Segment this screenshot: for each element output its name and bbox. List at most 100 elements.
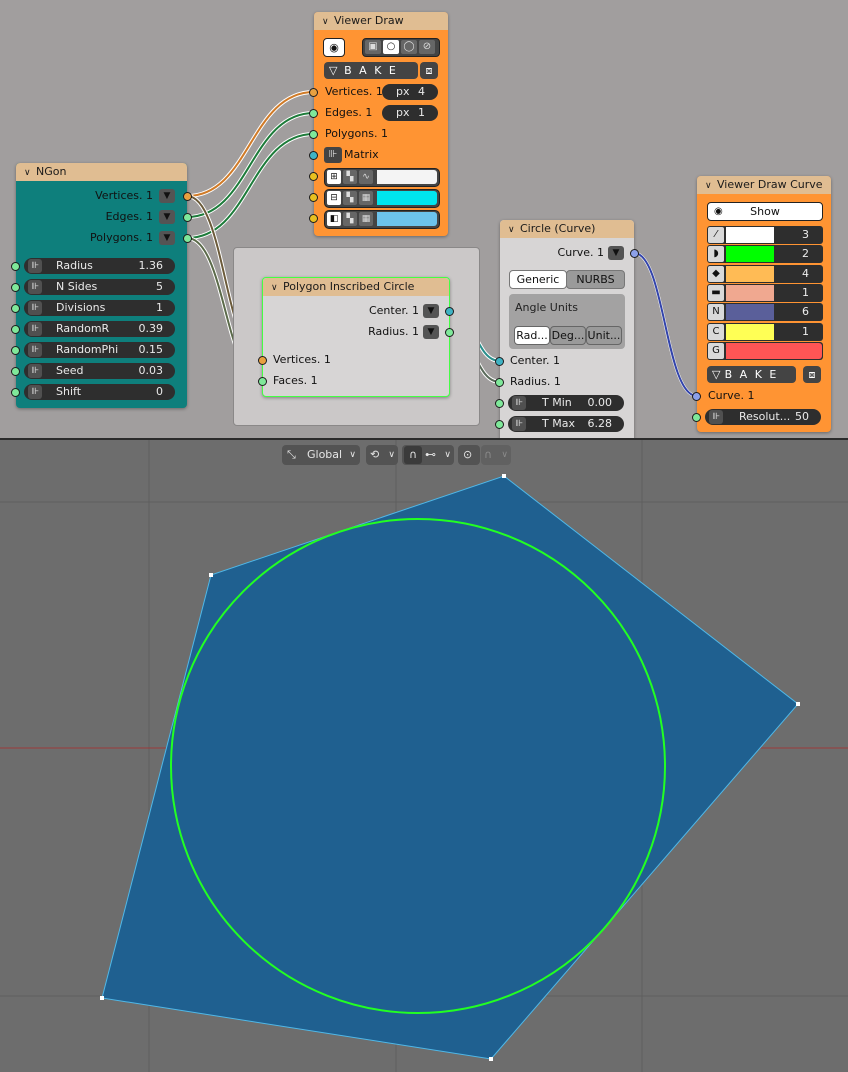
resolution-field[interactable]: ⊪ Resolut... 50 xyxy=(705,409,821,425)
display-mode-toggle[interactable]: ▣ ○ ◯ ⊘ xyxy=(362,38,440,57)
curve-style-row[interactable]: G xyxy=(707,341,823,360)
input-socket[interactable] xyxy=(11,304,20,313)
dropdown-icon[interactable]: ▼ xyxy=(608,246,624,260)
input-socket[interactable] xyxy=(11,346,20,355)
dropdown-icon[interactable]: ▼ xyxy=(423,304,439,318)
orientation-dropdown[interactable]: ⤡ Global ∨ xyxy=(282,445,360,465)
style-value[interactable]: 4 xyxy=(802,265,809,283)
style-color-swatch[interactable] xyxy=(726,323,774,340)
link-icon[interactable]: ⊘ xyxy=(419,40,435,54)
style-icon[interactable]: ▬ xyxy=(708,284,724,301)
curve-style-row[interactable]: ⁄ 3 xyxy=(707,226,823,244)
style-color-swatch[interactable] xyxy=(726,227,774,243)
edge-width-field[interactable]: px 1 xyxy=(382,105,438,121)
output-socket[interactable] xyxy=(183,213,192,222)
output-socket[interactable] xyxy=(183,234,192,243)
circle-curve-node[interactable]: ∨ Circle (Curve) Curve. 1 ▼ Generic NURBS… xyxy=(495,220,639,438)
input-socket[interactable] xyxy=(692,392,701,401)
input-socket[interactable] xyxy=(309,109,318,118)
input-socket[interactable] xyxy=(11,283,20,292)
dropdown-icon[interactable]: ▼ xyxy=(159,189,175,203)
color-mode-icon[interactable]: ▚ xyxy=(343,170,357,184)
ngon-node[interactable]: ∨ NGon Vertices. 1 ▼ Edges. 1 ▼ Polygons.… xyxy=(11,163,192,408)
snap-group[interactable]: ∩ ⊷ ∨ xyxy=(402,445,454,465)
curve-style-row[interactable]: N6 xyxy=(707,303,823,322)
vertex-color-row[interactable]: ⊞ ▚ ∿ xyxy=(324,168,440,187)
pivot-dropdown[interactable]: ⟲ ∨ xyxy=(366,445,398,465)
cube-icon[interactable]: ▣ xyxy=(365,40,381,54)
input-socket[interactable] xyxy=(495,357,504,366)
viewer-draw-header[interactable]: ∨ Viewer Draw xyxy=(314,12,448,30)
viewer-draw-node[interactable]: ∨ Viewer Draw ◉ ▣ ○ ◯ ⊘ ▽ B A K E ⧈ Vertic… xyxy=(309,12,448,236)
nsides-field[interactable]: ⊪ N Sides 5 xyxy=(24,279,175,295)
polygon-inscribed-circle-node[interactable]: ∨ Polygon Inscribed Circle Center. 1 ▼ Ra… xyxy=(258,277,454,397)
style-value[interactable]: 6 xyxy=(802,303,809,321)
style-color-swatch[interactable] xyxy=(726,342,822,359)
socket-plug-icon[interactable]: ⊪ xyxy=(512,417,526,431)
input-socket[interactable] xyxy=(495,420,504,429)
show-toggle[interactable]: ◉ Show xyxy=(707,202,823,221)
magnet-icon[interactable]: ∩ xyxy=(404,446,422,464)
collapse-chevron-icon[interactable]: ∨ xyxy=(24,164,36,182)
edge-icon[interactable]: ⊟ xyxy=(327,191,341,205)
style-color-swatch[interactable] xyxy=(726,246,774,263)
bake-button[interactable]: ▽ B A K E xyxy=(707,366,796,383)
style-value[interactable]: 3 xyxy=(802,226,809,244)
curve-style-row[interactable]: C1 xyxy=(707,322,823,341)
grid-icon[interactable]: ⊞ xyxy=(327,170,341,184)
3d-viewport[interactable]: ⤡ Global ∨ ⟲ ∨ ∩ ⊷ ∨ ⊙ ∩ ∨ xyxy=(0,440,848,1072)
vertex-size-field[interactable]: px 4 xyxy=(382,84,438,100)
input-socket[interactable] xyxy=(309,151,318,160)
texture-icon[interactable]: ▦ xyxy=(359,191,373,205)
edge-color-row[interactable]: ⊟ ▚ ▦ xyxy=(324,189,440,208)
face-icon[interactable]: ◧ xyxy=(327,212,341,226)
style-icon[interactable]: N xyxy=(708,304,724,321)
output-socket[interactable] xyxy=(445,307,454,316)
proportional-editing-toggle[interactable]: ⊙ xyxy=(458,445,480,465)
divisions-field[interactable]: ⊪ Divisions 1 xyxy=(24,300,175,316)
input-socket[interactable] xyxy=(309,193,318,202)
seed-field[interactable]: ⊪ Seed 0.03 xyxy=(24,363,175,379)
input-socket[interactable] xyxy=(11,325,20,334)
tmax-field[interactable]: ⊪ T Max 6.28 xyxy=(508,416,624,432)
color-mode-icon[interactable]: ▚ xyxy=(343,212,357,226)
style-value[interactable]: 2 xyxy=(802,245,809,263)
input-socket[interactable] xyxy=(309,88,318,97)
output-socket[interactable] xyxy=(630,249,639,258)
output-socket[interactable] xyxy=(445,328,454,337)
style-icon[interactable]: G xyxy=(708,342,724,359)
collapse-chevron-icon[interactable]: ∨ xyxy=(508,221,520,239)
texture-icon[interactable]: ▦ xyxy=(359,212,373,226)
input-socket[interactable] xyxy=(495,399,504,408)
input-socket[interactable] xyxy=(11,367,20,376)
bake-options-icon[interactable]: ⧈ xyxy=(803,366,821,383)
tab-nurbs[interactable]: NURBS xyxy=(566,270,625,289)
collapse-chevron-icon[interactable]: ∨ xyxy=(705,177,717,195)
degrees-button[interactable]: Deg... xyxy=(550,326,586,345)
socket-plug-icon[interactable]: ⊪ xyxy=(512,396,526,410)
dropdown-icon[interactable]: ▼ xyxy=(423,325,439,339)
falloff-dropdown[interactable]: ∩ ∨ xyxy=(481,445,511,465)
style-value[interactable]: 1 xyxy=(802,323,809,341)
input-socket[interactable] xyxy=(692,413,701,422)
style-icon[interactable]: ◆ xyxy=(708,265,724,282)
viewer-draw-curve-node[interactable]: ∨ Viewer Draw Curve ◉ Show ⁄ 3 ◗ 2 ◆ 4 ▬ 1 N 6 C 1 G ▽… xyxy=(692,176,831,432)
tab-generic[interactable]: Generic xyxy=(509,270,567,289)
style-icon[interactable]: ⁄ xyxy=(708,227,724,243)
circle-icon[interactable]: ◯ xyxy=(401,40,417,54)
curve-style-row[interactable]: ◆ 4 xyxy=(707,264,823,283)
input-socket[interactable] xyxy=(11,262,20,271)
radius-field[interactable]: ⊪ Radius 1.36 xyxy=(24,258,175,274)
dropdown-icon[interactable]: ▼ xyxy=(159,231,175,245)
style-value[interactable]: 1 xyxy=(802,284,809,302)
ngon-node-header[interactable]: ∨ NGon xyxy=(16,163,187,181)
collapse-chevron-icon[interactable]: ∨ xyxy=(322,13,334,31)
input-socket[interactable] xyxy=(495,378,504,387)
snap-increment-icon[interactable]: ⊷ xyxy=(425,445,436,465)
input-socket[interactable] xyxy=(11,388,20,397)
randomr-field[interactable]: ⊪ RandomR 0.39 xyxy=(24,321,175,337)
shift-field[interactable]: ⊪ Shift 0 xyxy=(24,384,175,400)
radians-button[interactable]: Rad... xyxy=(514,326,550,345)
style-color-swatch[interactable] xyxy=(726,304,774,321)
collapse-chevron-icon[interactable]: ∨ xyxy=(271,279,283,297)
